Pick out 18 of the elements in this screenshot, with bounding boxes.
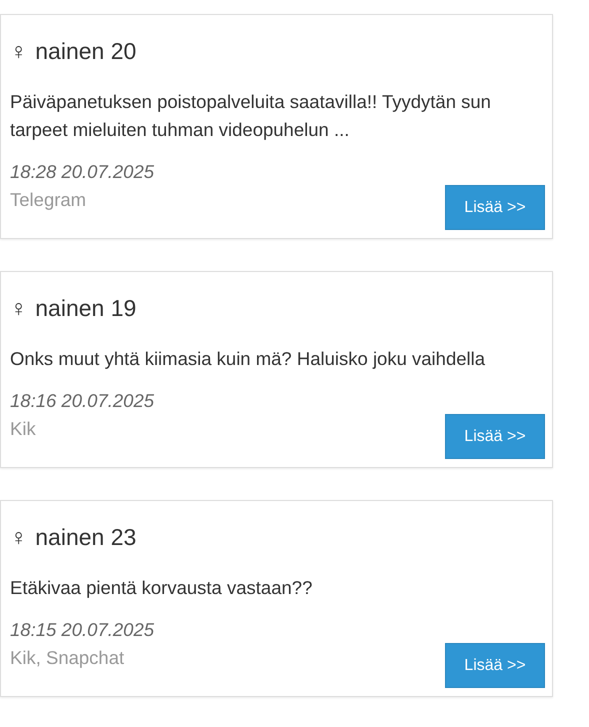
more-button[interactable]: Lisää >> xyxy=(445,185,545,230)
more-button[interactable]: Lisää >> xyxy=(445,414,545,459)
ad-title: nainen 19 xyxy=(35,294,136,323)
ad-text: Päiväpanetuksen poistopalveluita saatavilla!! Tyydytän sun tarpeet mieluiten tuhman videopuhelun ... xyxy=(10,90,492,142)
ad-text: Etäkivaa pientä korvausta vastaan?? xyxy=(10,576,314,600)
female-symbol: ♀ xyxy=(10,294,28,323)
more-button[interactable]: Lisää >> xyxy=(445,643,545,688)
ad-text: Onks muut yhtä kiimasia kuin mä? Haluisko joku vaihdella xyxy=(10,347,486,371)
ad-apps: Telegram xyxy=(10,188,88,212)
ad-time: 18:15 20.07.2025 xyxy=(10,618,156,642)
ad-time: 18:16 20.07.2025 xyxy=(10,389,156,413)
ad-apps: Kik xyxy=(10,417,37,441)
female-symbol: ♀ xyxy=(10,37,28,66)
ad-time: 18:28 20.07.2025 xyxy=(10,160,156,184)
female-symbol: ♀ xyxy=(10,523,28,552)
ad-title: nainen 23 xyxy=(35,523,136,552)
ad-title: nainen 20 xyxy=(35,37,136,66)
ad-apps: Kik, Snapchat xyxy=(10,646,126,670)
